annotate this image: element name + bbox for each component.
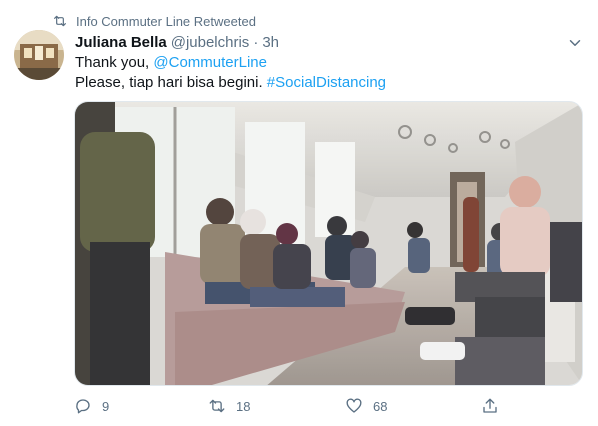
tweet-text: Thank you, @CommuterLine Please, tiap ha…: [75, 53, 575, 93]
retweet-context-label: Info Commuter Line Retweeted: [76, 13, 256, 29]
author-name[interactable]: Juliana Bella: [75, 34, 167, 51]
train-interior-photo: [75, 102, 582, 385]
tweet-timestamp[interactable]: 3h: [262, 34, 279, 51]
share-button[interactable]: [481, 397, 499, 415]
avatar[interactable]: [14, 30, 64, 80]
chevron-down-icon[interactable]: [566, 34, 584, 52]
mention-link[interactable]: @CommuterLine: [153, 54, 267, 71]
author-handle[interactable]: @jubelchris: [171, 34, 250, 51]
tweet-line-2: Please, tiap hari bisa begini. #SocialDi…: [75, 73, 575, 93]
separator-dot: ·: [253, 33, 259, 51]
retweet-context[interactable]: Info Commuter Line Retweeted: [52, 12, 256, 30]
tweet-line-1: Thank you, @CommuterLine: [75, 53, 575, 73]
hashtag-link[interactable]: #SocialDistancing: [267, 74, 386, 91]
tweet-text-part: Thank you,: [75, 54, 154, 71]
retweet-icon: [209, 399, 225, 413]
tweet-header: Juliana Bella @jubelchris · 3h: [75, 32, 279, 52]
avatar-image: [14, 30, 64, 80]
reply-count: 9: [102, 398, 110, 414]
tweet-action-bar: 9 18 68: [74, 397, 514, 419]
heart-icon: [346, 398, 362, 413]
like-button[interactable]: 68: [345, 397, 387, 415]
tweet-text-part: Please, tiap hari bisa begini.: [75, 74, 267, 91]
retweet-button[interactable]: 18: [208, 397, 250, 415]
reply-button[interactable]: 9: [74, 397, 109, 415]
reply-icon: [76, 399, 90, 414]
like-count: 68: [373, 398, 388, 414]
share-icon: [483, 398, 497, 413]
retweet-count: 18: [236, 398, 251, 414]
retweet-icon: [54, 15, 66, 27]
tweet-media-photo[interactable]: [74, 101, 583, 386]
